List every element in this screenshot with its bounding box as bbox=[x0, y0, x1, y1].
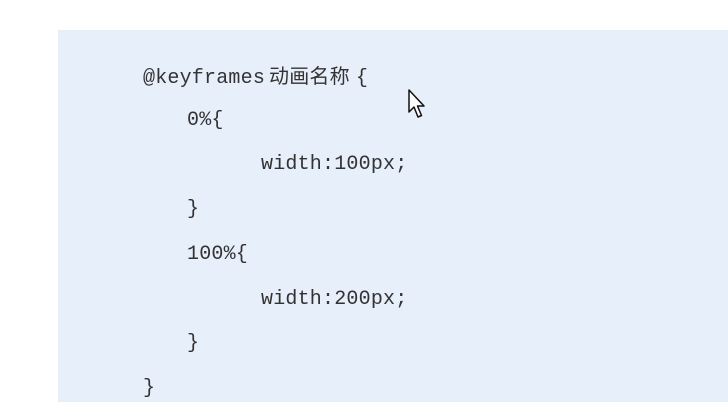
code-line-close-100: } bbox=[187, 332, 200, 355]
code-line-close-keyframes: } bbox=[143, 377, 156, 400]
code-line-width-200: width:200px; bbox=[261, 288, 408, 311]
code-line-width-100: width:100px; bbox=[261, 153, 408, 176]
code-line-0-percent: 0%{ bbox=[187, 109, 224, 132]
open-brace: { bbox=[355, 67, 369, 90]
code-line-keyframes: @keyframes 动画名称{ bbox=[143, 64, 368, 91]
page: @keyframes 动画名称{ 0%{ width:100px; } 100%{… bbox=[0, 0, 728, 402]
mouse-pointer-icon bbox=[408, 89, 425, 118]
code-line-close-0: } bbox=[187, 198, 200, 221]
animation-name: 动画名称 bbox=[269, 64, 350, 88]
keyframes-keyword: @keyframes bbox=[143, 67, 266, 90]
code-line-100-percent: 100%{ bbox=[187, 243, 249, 266]
